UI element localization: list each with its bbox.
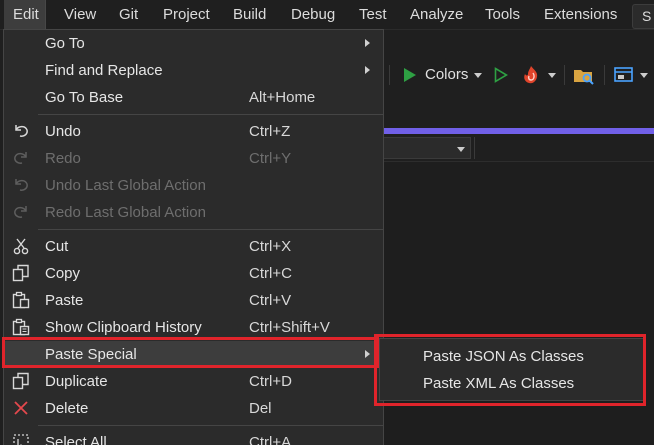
menu-view[interactable]: View (64, 0, 96, 30)
menu-test[interactable]: Test (359, 0, 387, 30)
menu-item-shortcut: Ctrl+C (249, 265, 292, 282)
toolbar-separator (389, 65, 390, 85)
solution-explorer-icon[interactable] (573, 65, 595, 88)
menu-item-paste[interactable]: Paste Ctrl+V (4, 287, 383, 314)
menu-debug[interactable]: Debug (291, 0, 335, 30)
menu-item-find-and-replace[interactable]: Find and Replace (4, 57, 383, 84)
menu-item-label: Duplicate (45, 373, 108, 390)
menu-separator (38, 229, 383, 230)
menu-item-undo[interactable]: Undo Ctrl+Z (4, 118, 383, 145)
menu-item-duplicate[interactable]: Duplicate Ctrl+D (4, 368, 383, 395)
toolbar-separator (604, 65, 605, 85)
submenu-arrow-icon (365, 66, 370, 74)
standard-toolbar: Colors (383, 58, 654, 92)
menu-item-delete[interactable]: Delete Del (4, 395, 383, 422)
copy-icon (12, 264, 30, 282)
menu-item-shortcut: Ctrl+X (249, 238, 292, 255)
menu-item-paste-json-as-classes[interactable]: Paste JSON As Classes (380, 343, 643, 370)
menu-item-label: Delete (45, 400, 89, 417)
delete-icon (12, 399, 30, 417)
paste-special-submenu: Paste JSON As Classes Paste XML As Class… (379, 338, 644, 401)
menu-item-paste-special[interactable]: Paste Special (4, 341, 383, 368)
menu-item-shortcut: Ctrl+D (249, 373, 292, 390)
menu-item-shortcut: Ctrl+A (249, 434, 292, 445)
menu-item-label: Paste Special (45, 346, 137, 363)
search-box[interactable]: S (632, 4, 654, 29)
menu-item-shortcut: Ctrl+Shift+V (249, 319, 330, 336)
menu-edit[interactable]: Edit (4, 0, 46, 30)
redo-icon (12, 149, 30, 167)
menu-item-redo-last-global-action: Redo Last Global Action (4, 199, 383, 226)
window-layout-icon[interactable] (613, 65, 635, 88)
duplicate-icon (12, 372, 30, 390)
menu-item-label: Paste (45, 292, 84, 309)
menu-separator (38, 114, 383, 115)
undo-global-icon (12, 176, 30, 194)
cut-icon (12, 237, 30, 255)
menu-item-label: Go To (45, 35, 85, 52)
start-debugging-icon[interactable] (403, 67, 417, 86)
edit-menu-dropdown: Go To Find and Replace Go To Base Alt+Ho… (3, 29, 384, 445)
undo-icon (12, 122, 30, 140)
startup-project-dropdown-icon[interactable] (474, 73, 482, 78)
menu-build[interactable]: Build (233, 0, 266, 30)
menu-item-shortcut: Ctrl+Y (249, 150, 292, 167)
menu-item-paste-xml-as-classes[interactable]: Paste XML As Classes (380, 370, 643, 397)
clipboard-history-icon (12, 318, 30, 336)
toolbar-separator (564, 65, 565, 85)
menu-item-shortcut: Del (249, 400, 272, 417)
hot-reload-dropdown-icon[interactable] (548, 73, 556, 78)
hot-reload-icon[interactable] (520, 64, 542, 89)
select-all-icon (12, 433, 30, 445)
menu-item-label: Show Clipboard History (45, 319, 202, 336)
menu-item-go-to[interactable]: Go To (4, 30, 383, 57)
menu-item-cut[interactable]: Cut Ctrl+X (4, 233, 383, 260)
menu-item-label: Redo (45, 150, 81, 167)
menu-analyze[interactable]: Analyze (410, 0, 463, 30)
menu-item-select-all[interactable]: Select All Ctrl+A (4, 429, 383, 445)
submenu-arrow-icon (365, 39, 370, 47)
menu-item-label: Paste XML As Classes (423, 375, 575, 392)
menu-bar: Edit View Git Project Build Debug Test A… (0, 0, 654, 30)
menu-item-label: Find and Replace (45, 62, 163, 79)
menu-item-go-to-base[interactable]: Go To Base Alt+Home (4, 84, 383, 111)
menu-item-label: Redo Last Global Action (45, 204, 206, 221)
startup-project-label[interactable]: Colors (425, 66, 468, 83)
menu-item-label: Cut (45, 238, 69, 255)
navigation-bar (383, 134, 654, 162)
menu-separator (38, 425, 383, 426)
menu-item-copy[interactable]: Copy Ctrl+C (4, 260, 383, 287)
start-without-debugging-icon[interactable] (494, 67, 509, 86)
menu-item-label: Paste JSON As Classes (423, 348, 584, 365)
submenu-arrow-icon (365, 350, 370, 358)
chevron-down-icon (457, 147, 465, 152)
menu-item-label: Undo (45, 123, 81, 140)
menu-item-undo-last-global-action: Undo Last Global Action (4, 172, 383, 199)
menu-item-label: Copy (45, 265, 81, 282)
menu-item-label: Go To Base (45, 89, 124, 106)
menu-item-shortcut: Ctrl+Z (249, 123, 291, 140)
menu-item-redo: Redo Ctrl+Y (4, 145, 383, 172)
menu-item-label: Select All (45, 434, 107, 445)
navigation-dropdown[interactable] (383, 137, 471, 159)
menu-item-shortcut: Ctrl+V (249, 292, 292, 309)
redo-global-icon (12, 203, 30, 221)
menu-extensions[interactable]: Extensions (544, 0, 617, 30)
code-editor[interactable] (383, 162, 654, 445)
menu-item-show-clipboard-history[interactable]: Show Clipboard History Ctrl+Shift+V (4, 314, 383, 341)
layout-dropdown-icon[interactable] (640, 73, 648, 78)
navigation-dropdown-members[interactable] (474, 137, 654, 159)
paste-icon (12, 291, 30, 309)
menu-tools[interactable]: Tools (485, 0, 520, 30)
menu-project[interactable]: Project (163, 0, 210, 30)
menu-item-label: Undo Last Global Action (45, 177, 206, 194)
menu-git[interactable]: Git (119, 0, 138, 30)
menu-item-shortcut: Alt+Home (249, 89, 316, 106)
